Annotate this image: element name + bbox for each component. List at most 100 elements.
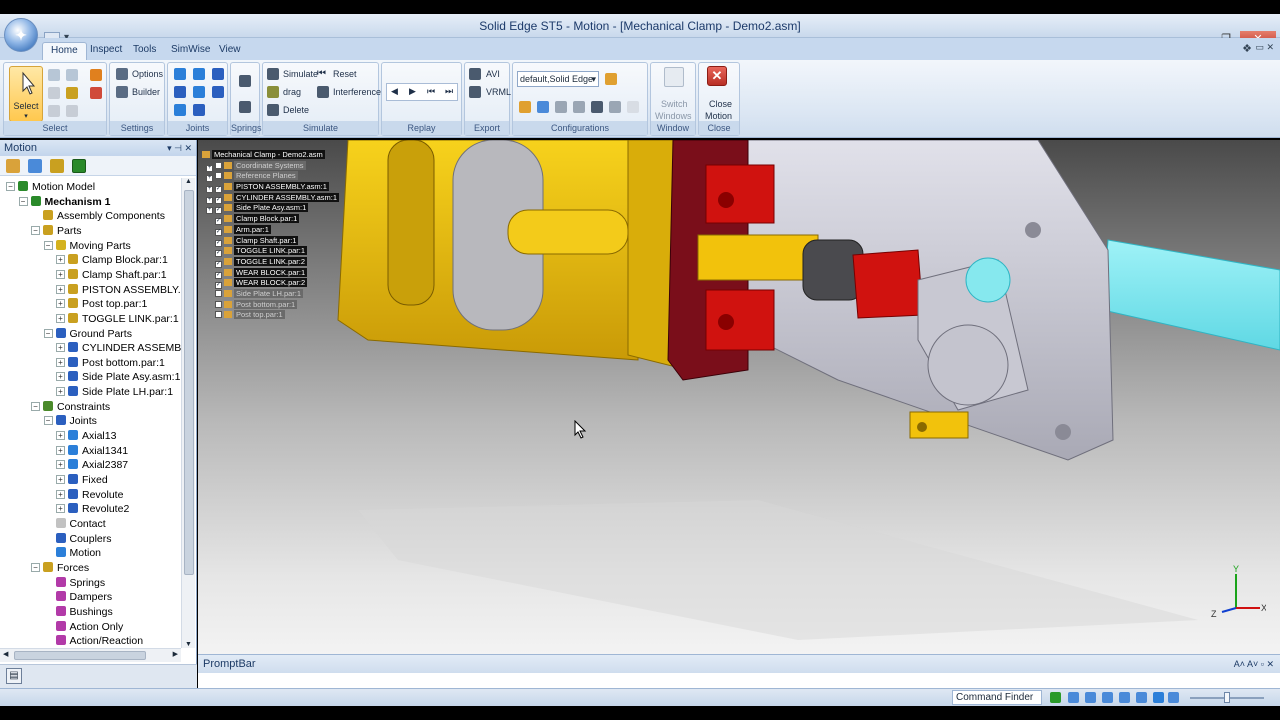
list-view-icon[interactable] — [28, 159, 42, 173]
delete-button[interactable]: Delete — [283, 105, 309, 115]
zoom-slider-thumb[interactable] — [1224, 692, 1230, 703]
tree-item[interactable]: − Motion Model — [6, 180, 95, 194]
graphics-viewport[interactable]: Mechanical Clamp - Demo2.asm + Coordinate… — [198, 140, 1280, 654]
tree-item[interactable]: + TOGGLE LINK.par:1 — [56, 312, 179, 326]
save-config-icon[interactable] — [519, 101, 531, 113]
pathfinder-item[interactable]: ✓ Clamp Block.par:1 — [202, 214, 337, 226]
revolute-joint-icon[interactable] — [174, 68, 186, 80]
tree-item[interactable]: + Fixed — [56, 473, 108, 487]
axial-joint-icon[interactable] — [193, 68, 205, 80]
tab-view[interactable]: View — [211, 42, 249, 60]
pathfinder-item[interactable]: ✓ Arm.par:1 — [202, 224, 337, 236]
cylindrical-joint-icon[interactable] — [193, 86, 205, 98]
pathfinder-checkbox[interactable] — [215, 172, 222, 180]
tree-item[interactable]: + Revolute — [56, 488, 123, 502]
expand-icon[interactable]: + — [56, 431, 65, 441]
tree-item[interactable]: Assembly Components — [31, 209, 165, 223]
config-icon-4[interactable] — [573, 101, 585, 113]
select-options-icon[interactable] — [66, 105, 78, 117]
fit-icon[interactable] — [1102, 692, 1113, 703]
box-select-icon[interactable] — [90, 87, 102, 99]
expand-icon[interactable]: + — [56, 343, 65, 353]
tree-item[interactable]: + CYLINDER ASSEMBLY. — [56, 341, 181, 355]
zoom-area-icon[interactable] — [1068, 692, 1079, 703]
pathfinder-expand-icon[interactable] — [206, 226, 213, 233]
lasso-icon[interactable] — [48, 87, 60, 99]
tree-item[interactable]: Action/Reaction — [44, 634, 143, 648]
pathfinder-item[interactable]: Post bottom.par:1 — [202, 299, 337, 311]
collapse-icon[interactable]: − — [31, 401, 40, 411]
mechanism-icon[interactable] — [72, 159, 86, 173]
spring-icon[interactable] — [239, 75, 251, 87]
config-icon-3[interactable] — [555, 101, 567, 113]
pathfinder-item[interactable]: ✓ WEAR BLOCK.par:1 — [202, 267, 337, 279]
parts-icon[interactable] — [50, 159, 64, 173]
collapse-icon[interactable]: − — [43, 328, 53, 338]
gear-joint-icon[interactable] — [193, 104, 205, 116]
builder-button[interactable]: Builder — [132, 87, 160, 97]
pathfinder-item[interactable]: ✓ TOGGLE LINK.par:1 — [202, 246, 337, 258]
interference-button[interactable]: Interference — [333, 87, 381, 97]
tab-tools[interactable]: Tools — [125, 42, 164, 60]
pan-icon[interactable] — [1119, 692, 1130, 703]
tree-item[interactable]: − Joints — [43, 414, 97, 428]
tree-item[interactable]: + Axial13 — [56, 429, 116, 443]
pathfinder-checkbox[interactable] — [215, 161, 222, 169]
expand-icon[interactable]: + — [56, 313, 65, 323]
options-button[interactable]: Options — [132, 69, 163, 79]
tree-item[interactable]: + Axial2387 — [56, 458, 128, 472]
expand-icon[interactable]: + — [56, 284, 65, 294]
collapse-icon[interactable]: − — [43, 416, 53, 426]
pathfinder-checkbox[interactable] — [215, 289, 222, 297]
close-motion-icon[interactable]: ✕ — [707, 66, 727, 86]
config-icon-6[interactable] — [609, 101, 621, 113]
tree-item[interactable]: − Parts — [31, 224, 82, 238]
vrml-button[interactable]: VRML — [486, 87, 511, 97]
play-backward-button[interactable]: ◀ — [391, 86, 398, 97]
expand-icon[interactable]: + — [56, 255, 65, 265]
motion-label[interactable]: Motion — [705, 111, 732, 121]
planar-joint-icon[interactable] — [212, 68, 224, 80]
pathfinder-item[interactable]: Post top.par:1 — [202, 310, 337, 321]
tree-item[interactable]: − Moving Parts — [43, 239, 131, 253]
select-button[interactable]: Select ▾ — [9, 66, 43, 122]
expand-icon[interactable]: + — [56, 504, 65, 514]
tree-item[interactable]: − Ground Parts — [43, 327, 132, 341]
tree-item[interactable]: + Post bottom.par:1 — [56, 356, 165, 370]
collapse-icon[interactable]: − — [31, 225, 40, 235]
tree-item[interactable]: + Revolute2 — [56, 502, 129, 516]
refresh-icon[interactable] — [1050, 692, 1061, 703]
tree-item[interactable]: Couplers — [44, 532, 112, 546]
expand-icon[interactable]: + — [56, 475, 65, 484]
pathfinder-item[interactable]: ✓ WEAR BLOCK.par:2 — [202, 278, 337, 290]
panel-header-buttons[interactable]: ▾ ⊣ ✕ — [167, 140, 192, 156]
pathfinder-item[interactable]: + Coordinate Systems — [202, 160, 337, 172]
collapse-icon[interactable]: − — [43, 240, 53, 250]
tree-vertical-scrollbar[interactable]: ▲ ▼ — [181, 178, 195, 648]
expand-icon[interactable]: + — [56, 489, 65, 499]
reset-button[interactable]: Reset — [333, 69, 357, 79]
spherical-joint-icon[interactable] — [174, 86, 186, 98]
collapse-icon[interactable]: − — [18, 196, 28, 206]
pathfinder-expand-icon[interactable] — [206, 301, 213, 308]
configuration-select[interactable]: default,Solid Edge ▾ — [517, 71, 599, 87]
pathfinder-item[interactable]: Side Plate LH.par:1 — [202, 288, 337, 300]
pathfinder-root[interactable]: Mechanical Clamp - Demo2.asm — [202, 150, 337, 161]
tree-item[interactable]: + Post top.par:1 — [56, 297, 147, 311]
pathfinder-item[interactable]: ✓ Clamp Shaft.par:1 — [202, 235, 337, 247]
pathfinder-expand-icon[interactable] — [206, 290, 213, 297]
tree-item[interactable]: − Mechanism 1 — [18, 195, 110, 209]
zoom-icon[interactable] — [1085, 692, 1096, 703]
prompt-bar-controls[interactable]: A˄ A˅ ▫ ✕ — [1234, 655, 1274, 673]
tree-item[interactable]: − Constraints — [31, 400, 110, 414]
expand-icon[interactable]: + — [56, 357, 65, 367]
collapse-icon[interactable]: − — [6, 182, 15, 191]
configuration-settings-icon[interactable] — [605, 73, 617, 85]
tree-item[interactable]: Contact — [44, 517, 106, 531]
rewind-button[interactable]: ⏮ — [427, 86, 435, 97]
tree-item[interactable]: − Forces — [31, 561, 89, 575]
pathfinder-item[interactable]: + Reference Planes — [202, 171, 337, 183]
tree-item[interactable]: + PISTON ASSEMBLY.asm — [56, 283, 181, 297]
help-icon[interactable]: ❖ — [1242, 42, 1252, 55]
rotate-icon[interactable] — [1136, 692, 1147, 703]
